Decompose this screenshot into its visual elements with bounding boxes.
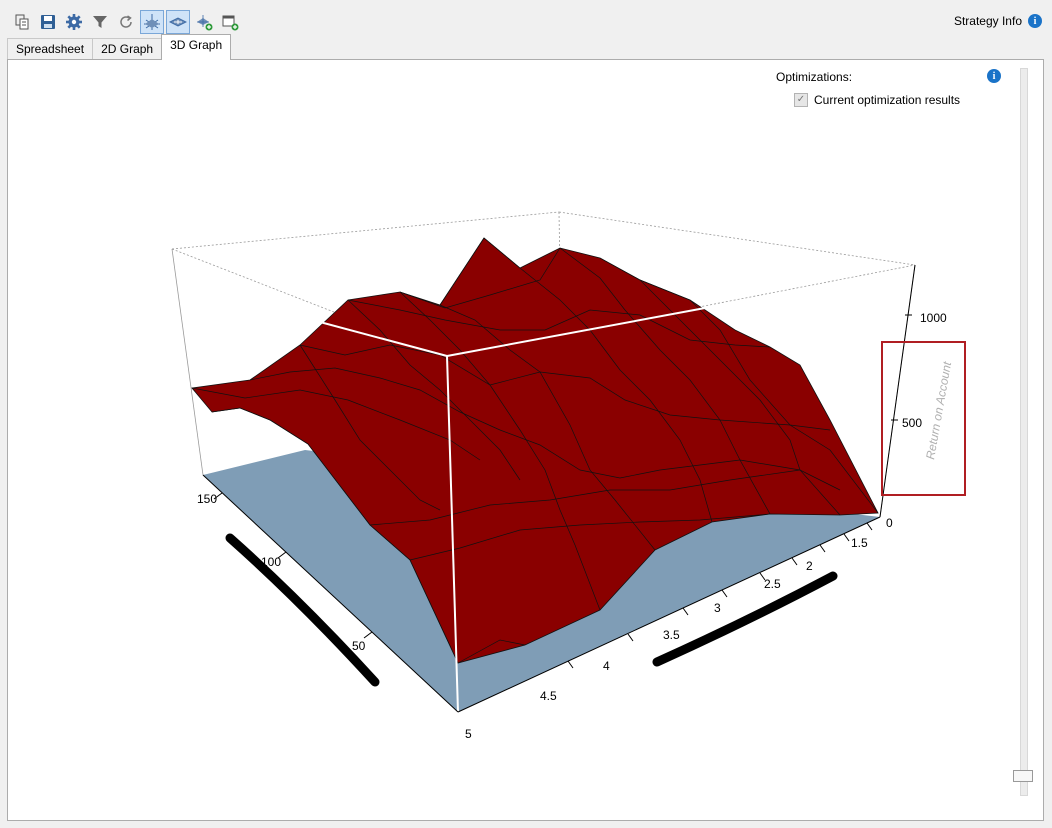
z-tick: 1000 xyxy=(920,311,947,325)
left-axis-tick: 150 xyxy=(197,492,217,506)
z-tick: 0 xyxy=(886,516,893,530)
left-axis-tick: 50 xyxy=(352,639,366,653)
right-axis-tick: 3.5 xyxy=(663,628,680,642)
right-axis-tick: 1.5 xyxy=(851,536,868,550)
right-axis-tick: 4 xyxy=(603,659,610,673)
3d-surface-chart[interactable]: 1000 500 0 150 100 50 1.5 2 2.5 3 3.5 4 … xyxy=(0,0,1052,828)
right-axis-tick: 3 xyxy=(714,601,721,615)
z-axis-label: Return on Account xyxy=(923,360,954,461)
right-axis-tick: 4.5 xyxy=(540,689,557,703)
right-axis-tick: 2.5 xyxy=(764,577,781,591)
z-tick: 500 xyxy=(902,416,922,430)
right-axis-tick: 2 xyxy=(806,559,813,573)
tab-3d-graph[interactable]: 3D Graph xyxy=(161,34,232,60)
right-axis-tick: 5 xyxy=(465,727,472,741)
